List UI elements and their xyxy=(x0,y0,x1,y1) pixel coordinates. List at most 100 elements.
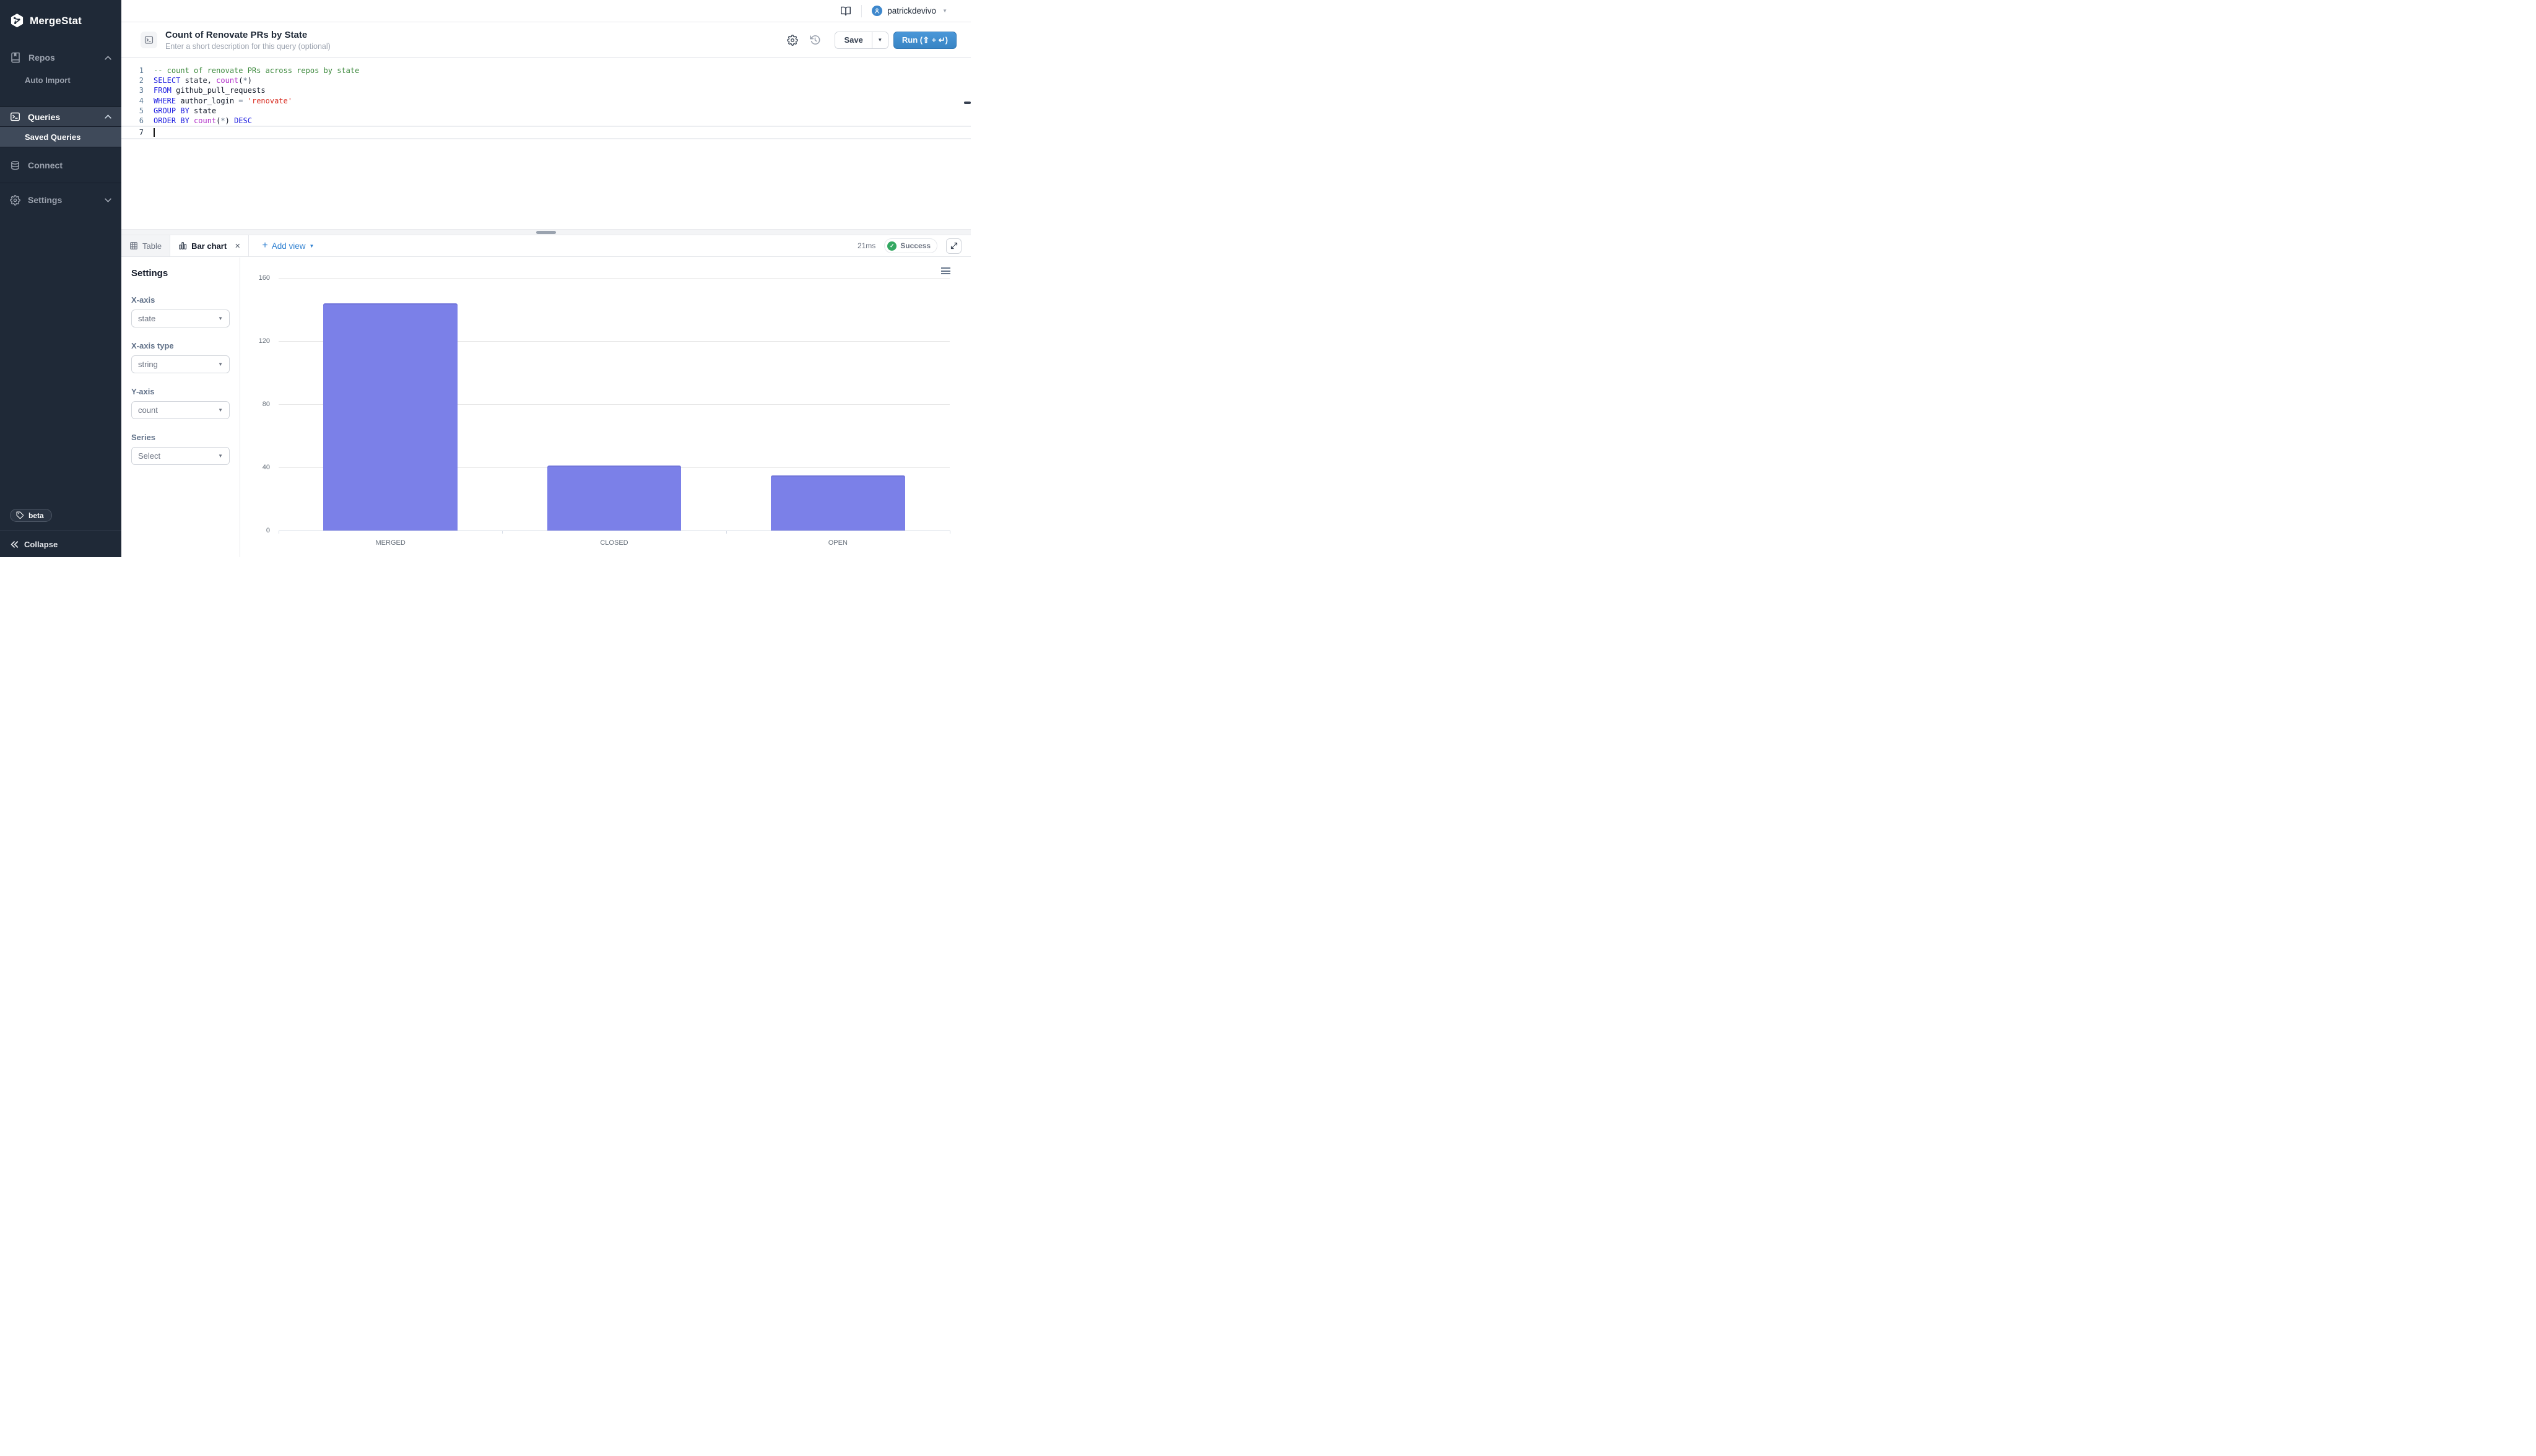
sidebar-item-settings[interactable]: Settings xyxy=(0,191,121,209)
query-settings-gear-icon[interactable] xyxy=(787,34,799,46)
terminal-icon xyxy=(144,36,154,44)
y-tick-label: 120 xyxy=(258,337,270,345)
query-description-placeholder[interactable]: Enter a short description for this query… xyxy=(165,42,331,51)
series-value: Select xyxy=(138,451,161,461)
table-icon xyxy=(129,241,138,250)
y-tick-label: 0 xyxy=(266,527,270,534)
query-history-icon[interactable] xyxy=(809,34,821,46)
avatar xyxy=(872,6,883,16)
book-icon xyxy=(10,52,21,63)
series-label: Series xyxy=(131,433,156,442)
sidebar-item-saved-queries[interactable]: Saved Queries xyxy=(0,127,121,147)
y-tick-label: 80 xyxy=(262,401,270,408)
gear-icon xyxy=(10,194,20,206)
beta-label: beta xyxy=(28,511,44,520)
mergestat-app: MergeStat Repos Auto Import Queries Save… xyxy=(0,0,971,557)
y-axis-value: count xyxy=(138,405,158,415)
resize-drag-handle[interactable] xyxy=(536,231,556,234)
code-line[interactable]: 6 ORDER BY count(*) DESC xyxy=(121,116,971,126)
line-number: 6 xyxy=(139,116,144,125)
plus-icon: + xyxy=(262,240,268,251)
chart-context-menu-icon[interactable] xyxy=(941,267,950,276)
code-line[interactable]: 1 -- count of renovate PRs across repos b… xyxy=(121,66,971,76)
sidebar-item-label: Saved Queries xyxy=(25,132,81,142)
series-select[interactable]: Select ▼ xyxy=(131,447,230,465)
code-line[interactable]: 5 GROUP BY state xyxy=(121,106,971,116)
line-number: 1 xyxy=(139,66,144,75)
caret-down-icon: ▼ xyxy=(218,407,223,413)
save-button[interactable]: Save xyxy=(835,32,872,48)
topbar-divider xyxy=(861,4,862,17)
close-tab-icon[interactable]: ✕ xyxy=(235,242,240,250)
username: patrickdevivo xyxy=(887,6,937,15)
tab-label: Table xyxy=(142,241,162,251)
sidebar-item-label: Settings xyxy=(28,195,63,205)
x-axis-tick xyxy=(726,531,727,534)
bar-chart-icon xyxy=(178,241,187,250)
tab-table[interactable]: Table xyxy=(121,235,171,256)
line-number: 4 xyxy=(139,96,144,105)
x-axis-type-value: string xyxy=(138,360,158,369)
x-axis-select[interactable]: state ▼ xyxy=(131,310,230,327)
code-line[interactable]: 3 FROM github_pull_requests xyxy=(121,85,971,95)
run-query-button[interactable]: Run (⇧ + ↵) xyxy=(893,31,957,49)
collapse-label: Collapse xyxy=(24,539,58,549)
bar-merged[interactable] xyxy=(323,303,458,531)
code-text: ORDER BY count(*) DESC xyxy=(154,116,252,125)
sidebar-item-auto-import[interactable]: Auto Import xyxy=(0,72,121,88)
sidebar-item-label: Connect xyxy=(28,160,63,170)
sidebar-item-label: Auto Import xyxy=(25,75,71,85)
caret-down-icon: ▼ xyxy=(309,243,315,249)
collapse-sidebar-button[interactable]: Collapse xyxy=(0,531,121,557)
sidebar-item-repos[interactable]: Repos xyxy=(0,49,121,66)
double-chevron-left-icon xyxy=(10,540,19,548)
chevron-up-icon xyxy=(105,115,111,119)
y-tick-label: 160 xyxy=(258,274,270,282)
tag-icon xyxy=(16,511,24,519)
x-axis-type-select[interactable]: string ▼ xyxy=(131,355,230,373)
documentation-book-icon[interactable] xyxy=(840,6,851,16)
bar-open[interactable] xyxy=(770,475,905,531)
gridline xyxy=(279,278,950,279)
bar-closed[interactable] xyxy=(547,466,682,531)
settings-title: Settings xyxy=(131,268,168,279)
user-menu[interactable]: patrickdevivo ▼ xyxy=(872,6,947,16)
add-view-button[interactable]: + Add view ▼ xyxy=(258,235,318,256)
save-options-caret[interactable]: ▼ xyxy=(871,32,888,48)
code-text: -- count of renovate PRs across repos by… xyxy=(154,66,360,75)
code-text: WHERE author_login = 'renovate' xyxy=(154,96,292,105)
expand-icon xyxy=(950,242,957,249)
sidebar-item-connect[interactable]: Connect xyxy=(0,156,121,175)
code-text: GROUP BY state xyxy=(154,106,217,115)
code-text: FROM github_pull_requests xyxy=(154,86,266,95)
results-toolbar: Table Bar chart ✕ + Add view ▼ 21ms ✓ Su… xyxy=(121,235,971,257)
mergestat-logo-icon xyxy=(10,13,24,28)
code-line[interactable]: 7 xyxy=(121,126,971,140)
bar-chart: 0 40 80 120 160 MERGED CLOSED OPEN xyxy=(240,258,971,557)
text-cursor xyxy=(154,128,155,137)
x-axis-tick xyxy=(502,531,503,534)
caret-down-icon: ▼ xyxy=(218,453,223,459)
panel-resize-divider xyxy=(121,229,971,235)
tab-bar-chart[interactable]: Bar chart ✕ xyxy=(170,235,250,256)
caret-down-icon: ▼ xyxy=(218,362,223,367)
sql-editor[interactable]: 1 -- count of renovate PRs across repos b… xyxy=(121,58,971,229)
code-line[interactable]: 4 WHERE author_login = 'renovate' xyxy=(121,96,971,106)
sidebar-item-label: Queries xyxy=(28,111,61,122)
y-axis-select[interactable]: count ▼ xyxy=(131,401,230,419)
status-badge: ✓ Success xyxy=(884,238,937,253)
x-axis-value: state xyxy=(138,314,156,323)
chevron-up-icon xyxy=(105,55,111,60)
code-line[interactable]: 2 SELECT state, count(*) xyxy=(121,76,971,85)
save-button-group: Save ▼ xyxy=(835,31,888,49)
expand-results-button[interactable] xyxy=(946,238,962,254)
topbar: patrickdevivo ▼ xyxy=(121,0,971,22)
line-number: 3 xyxy=(139,86,144,95)
brand-logo[interactable]: MergeStat xyxy=(0,0,121,32)
line-number: 5 xyxy=(139,106,144,115)
brand-name: MergeStat xyxy=(30,14,82,27)
status-label: Success xyxy=(900,241,931,250)
sidebar-item-queries[interactable]: Queries xyxy=(0,107,121,127)
query-title[interactable]: Count of Renovate PRs by State xyxy=(165,30,331,40)
